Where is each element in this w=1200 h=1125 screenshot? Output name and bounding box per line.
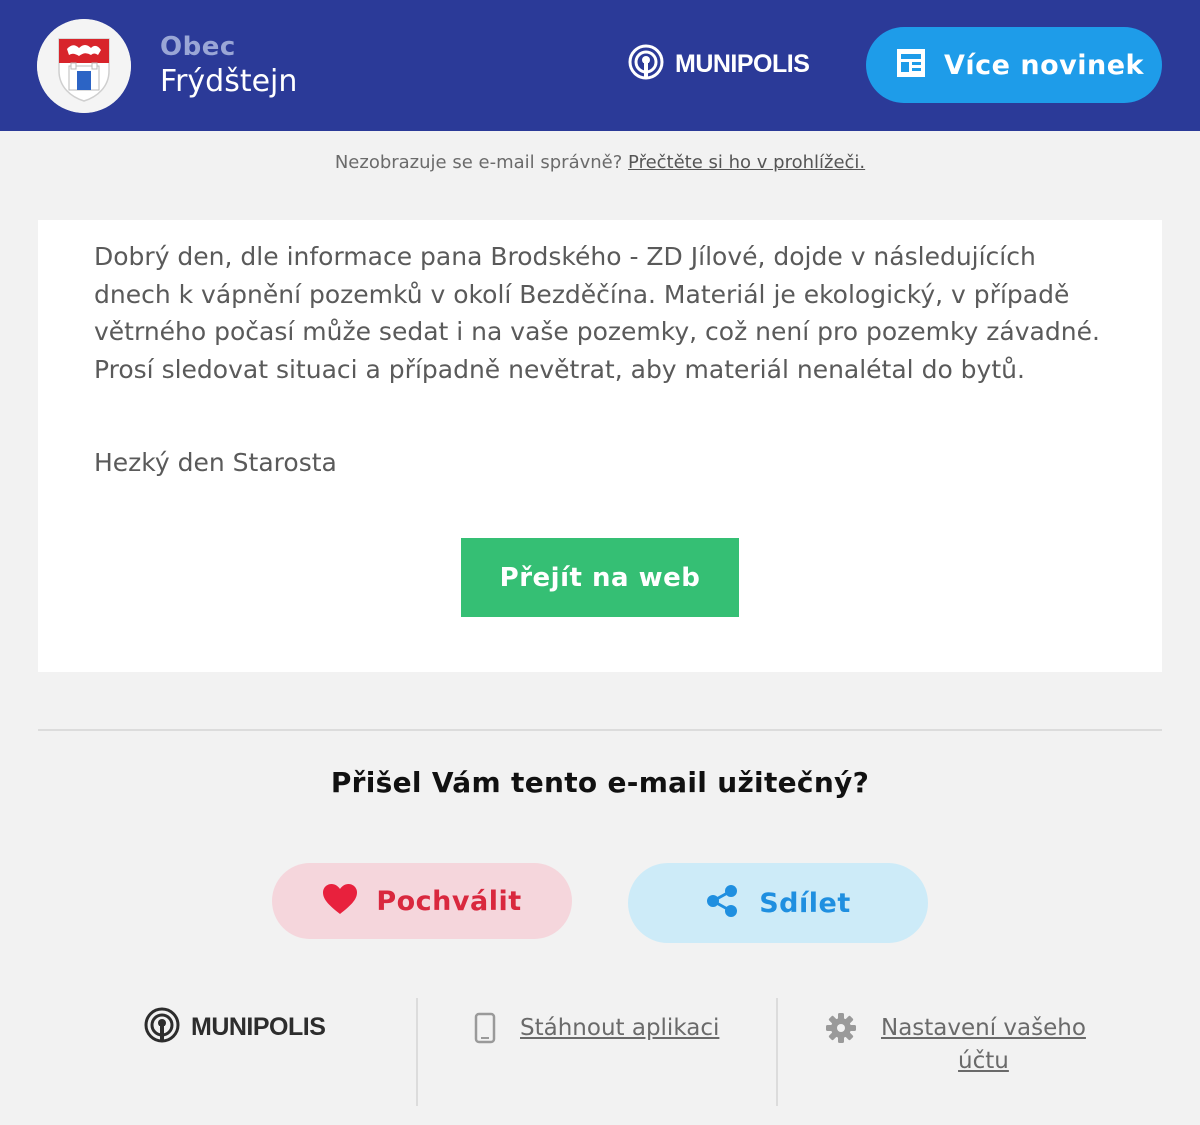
go-to-web-button[interactable]: Přejít na web [461,538,739,617]
feedback-question: Přišel Vám tento e-mail užitečný? [330,766,870,799]
account-settings-text: Nastavení vašeho účtu [881,1012,1086,1078]
footer-brand-name: MUNIPOLIS [191,1012,326,1041]
brand-name: MUNIPOLIS [675,49,810,78]
view-in-browser-link[interactable]: Přečtěte si ho v prohlížeči. [628,152,865,173]
footer-separator [776,998,778,1106]
message-card: Dobrý den, dle informace pana Brodského … [38,220,1162,672]
share-icon [705,884,739,922]
download-app-label: Stáhnout aplikaci [520,1015,720,1041]
message-body: Dobrý den, dle informace pana Brodského … [94,242,1100,384]
share-label: Sdílet [759,887,851,919]
municipality-name: Frýdštejn [160,64,298,99]
download-app-link[interactable]: Stáhnout aplikaci [474,1012,719,1048]
preheader-text: Nezobrazuje se e-mail správně? [334,152,623,173]
header: Obec Frýdštejn MUNIPOLIS Více novinek [0,0,1200,131]
newspaper-icon [896,48,926,82]
municipality-type: Obec [160,32,236,62]
broadcast-icon [627,43,665,85]
municipality-logo [37,19,131,113]
account-settings-line1: Nastavení vašeho [881,1015,1086,1041]
account-settings-link[interactable]: Nastavení vašeho účtu [825,1012,1086,1078]
praise-label: Pochválit [376,885,522,917]
heart-icon [322,883,358,919]
footer-munipolis-brand[interactable]: MUNIPOLIS [143,1006,326,1048]
munipolis-brand[interactable]: MUNIPOLIS [627,43,810,85]
account-settings-line2: účtu [958,1048,1009,1074]
broadcast-icon [143,1006,181,1048]
message-signature: Hezký den Starosta [94,448,337,477]
share-button[interactable]: Sdílet [628,863,928,943]
more-news-button[interactable]: Více novinek [866,27,1162,103]
gear-icon [825,1012,857,1048]
praise-button[interactable]: Pochválit [272,863,572,939]
preheader: Nezobrazuje se e-mail správně? Přečtěte … [0,152,1200,173]
footer-separator [416,998,418,1106]
smartphone-icon [474,1012,496,1048]
divider [38,729,1162,731]
more-news-label: Více novinek [944,49,1144,81]
